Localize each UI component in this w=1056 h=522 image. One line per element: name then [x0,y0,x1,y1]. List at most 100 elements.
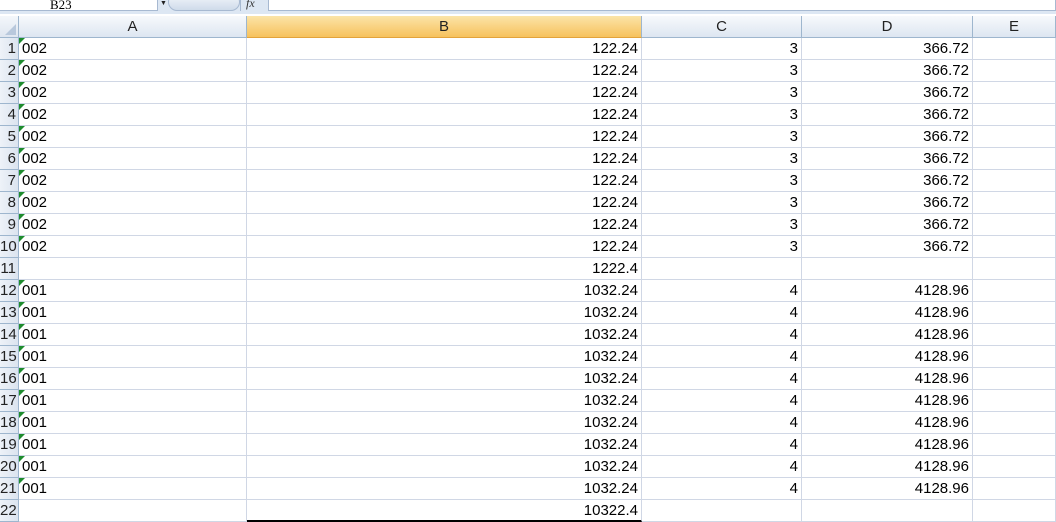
row-header[interactable]: 16 [0,368,19,390]
cell-e[interactable] [973,412,1056,434]
cell-c[interactable]: 4 [642,390,802,412]
cell-b[interactable]: 1032.24 [247,390,642,412]
row-header[interactable]: 5 [0,126,19,148]
cell-d[interactable]: 366.72 [802,192,973,214]
cell-e[interactable] [973,456,1056,478]
cell-e[interactable] [973,500,1056,522]
cell-c[interactable]: 3 [642,60,802,82]
number-as-text-indicator-icon[interactable] [19,478,25,484]
number-as-text-indicator-icon[interactable] [19,280,25,286]
row-header[interactable]: 22 [0,500,19,522]
row-header[interactable]: 1 [0,38,19,60]
column-header-a[interactable]: A [19,16,247,38]
number-as-text-indicator-icon[interactable] [19,368,25,374]
cell-e[interactable] [973,258,1056,280]
cell-c[interactable]: 4 [642,412,802,434]
cell-c[interactable]: 3 [642,236,802,258]
row-header[interactable]: 21 [0,478,19,500]
column-header-e[interactable]: E [973,16,1056,38]
cell-d[interactable]: 4128.96 [802,412,973,434]
row-header[interactable]: 2 [0,60,19,82]
cell-a[interactable]: 002 [19,126,247,148]
number-as-text-indicator-icon[interactable] [19,412,25,418]
cell-a[interactable]: 002 [19,148,247,170]
cell-d[interactable]: 366.72 [802,148,973,170]
number-as-text-indicator-icon[interactable] [19,236,25,242]
cell-a[interactable]: 001 [19,390,247,412]
cell-c[interactable]: 4 [642,324,802,346]
cell-b[interactable]: 1032.24 [247,478,642,500]
cell-b[interactable]: 10322.4 [247,500,642,522]
number-as-text-indicator-icon[interactable] [19,456,25,462]
select-all-button[interactable] [0,16,19,38]
cell-a[interactable]: 001 [19,324,247,346]
cell-d[interactable] [802,258,973,280]
cell-a[interactable] [19,500,247,522]
cell-b[interactable]: 122.24 [247,38,642,60]
cell-d[interactable]: 366.72 [802,126,973,148]
cell-d[interactable]: 366.72 [802,60,973,82]
insert-function-icon[interactable]: fx [246,0,255,11]
number-as-text-indicator-icon[interactable] [19,390,25,396]
cell-b[interactable]: 122.24 [247,170,642,192]
cell-b[interactable]: 1032.24 [247,434,642,456]
row-header[interactable]: 17 [0,390,19,412]
number-as-text-indicator-icon[interactable] [19,170,25,176]
row-header[interactable]: 8 [0,192,19,214]
cell-e[interactable] [973,390,1056,412]
cell-e[interactable] [973,170,1056,192]
cell-e[interactable] [973,346,1056,368]
cell-c[interactable]: 3 [642,126,802,148]
cell-b[interactable]: 122.24 [247,126,642,148]
cell-a[interactable]: 002 [19,104,247,126]
number-as-text-indicator-icon[interactable] [19,82,25,88]
cell-e[interactable] [973,126,1056,148]
cell-a[interactable]: 002 [19,82,247,104]
cell-b[interactable]: 1032.24 [247,324,642,346]
row-header[interactable]: 11 [0,258,19,280]
cell-a[interactable]: 002 [19,214,247,236]
cell-e[interactable] [973,368,1056,390]
column-header-d[interactable]: D [802,16,973,38]
row-header[interactable]: 3 [0,82,19,104]
cell-e[interactable] [973,324,1056,346]
cell-a[interactable]: 001 [19,434,247,456]
cell-b[interactable]: 122.24 [247,148,642,170]
number-as-text-indicator-icon[interactable] [19,104,25,110]
cell-c[interactable]: 3 [642,148,802,170]
cell-e[interactable] [973,148,1056,170]
cell-d[interactable]: 366.72 [802,170,973,192]
cell-a[interactable]: 001 [19,368,247,390]
cell-a[interactable]: 002 [19,236,247,258]
cell-e[interactable] [973,478,1056,500]
cell-d[interactable]: 4128.96 [802,324,973,346]
cell-e[interactable] [973,214,1056,236]
cell-e[interactable] [973,236,1056,258]
cell-b[interactable]: 122.24 [247,236,642,258]
cell-c[interactable]: 4 [642,346,802,368]
row-header[interactable]: 7 [0,170,19,192]
cell-b[interactable]: 1032.24 [247,302,642,324]
cell-d[interactable]: 4128.96 [802,280,973,302]
cell-a[interactable]: 001 [19,346,247,368]
number-as-text-indicator-icon[interactable] [19,434,25,440]
cell-a[interactable]: 001 [19,412,247,434]
cell-a[interactable]: 002 [19,170,247,192]
cell-c[interactable]: 4 [642,434,802,456]
cell-c[interactable]: 3 [642,104,802,126]
cell-d[interactable]: 366.72 [802,214,973,236]
formula-buttons-oval[interactable] [168,0,240,11]
row-header[interactable]: 6 [0,148,19,170]
cell-c[interactable]: 4 [642,302,802,324]
cell-c[interactable]: 4 [642,456,802,478]
cell-d[interactable]: 366.72 [802,38,973,60]
cell-c[interactable]: 4 [642,368,802,390]
cell-c[interactable]: 3 [642,192,802,214]
number-as-text-indicator-icon[interactable] [19,214,25,220]
number-as-text-indicator-icon[interactable] [19,346,25,352]
cell-e[interactable] [973,302,1056,324]
row-header[interactable]: 10 [0,236,19,258]
cell-b[interactable]: 1032.24 [247,368,642,390]
row-header[interactable]: 20 [0,456,19,478]
row-header[interactable]: 4 [0,104,19,126]
